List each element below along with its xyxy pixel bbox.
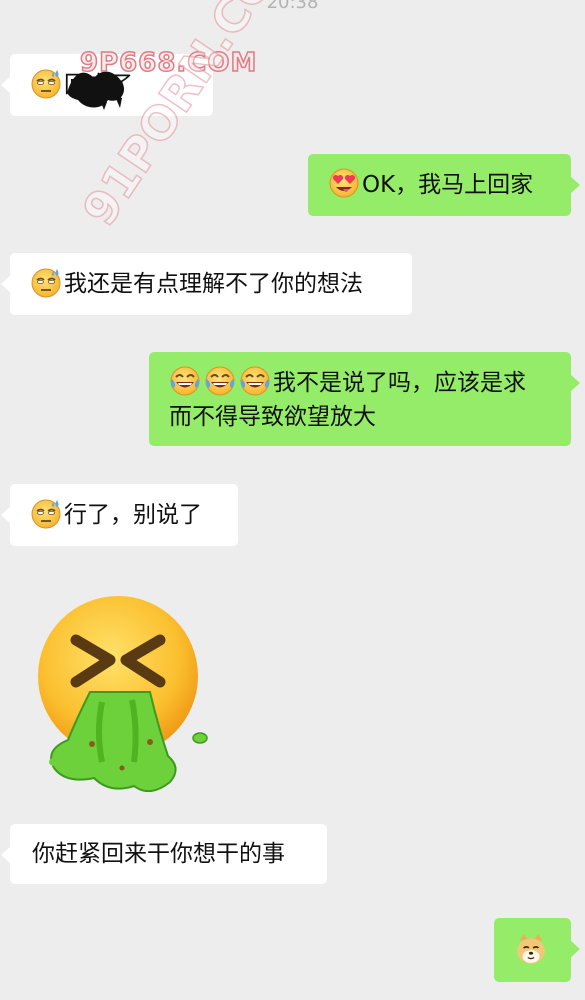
heart-eyes-icon [328, 167, 360, 199]
status-time: 20:38 [266, 0, 319, 13]
message-bubble-outgoing[interactable]: OK，我马上回家 [308, 154, 580, 216]
message-line-1: 我不是说了吗，应该是求 [169, 365, 553, 400]
message-bubble-outgoing[interactable] [494, 918, 580, 982]
message-bubble-incoming[interactable]: 行了，别说了 [1, 484, 238, 546]
tears-of-joy-icon [239, 365, 271, 397]
message-text: OK，我马上回家 [362, 172, 534, 198]
doge-icon [514, 932, 548, 966]
message-text: 我不是说了吗，应该是求 [273, 370, 526, 396]
tears-of-joy-icon [169, 365, 201, 397]
watermark-diagonal: 91PORN.COM [71, 0, 311, 236]
message-text: 我还是有点理解不了你的想法 [64, 271, 363, 297]
message-text: 你赶紧回来干你想干的事 [32, 841, 285, 867]
sweat-face-icon [30, 67, 62, 99]
sweat-face-icon [30, 266, 62, 298]
vomiting-face-sticker[interactable] [32, 592, 214, 792]
message-text: 行了，别说了 [64, 502, 202, 528]
message-bubble-incoming[interactable]: 你赶紧回来干你想干的事 [1, 824, 327, 884]
tears-of-joy-icon [204, 365, 236, 397]
sweat-face-icon [30, 497, 62, 529]
message-bubble-incoming[interactable]: 我还是有点理解不了你的想法 [1, 253, 412, 315]
message-bubble-outgoing[interactable]: 我不是说了吗，应该是求 而不得导致欲望放大 [149, 352, 580, 446]
message-line-2: 而不得导致欲望放大 [169, 404, 376, 430]
